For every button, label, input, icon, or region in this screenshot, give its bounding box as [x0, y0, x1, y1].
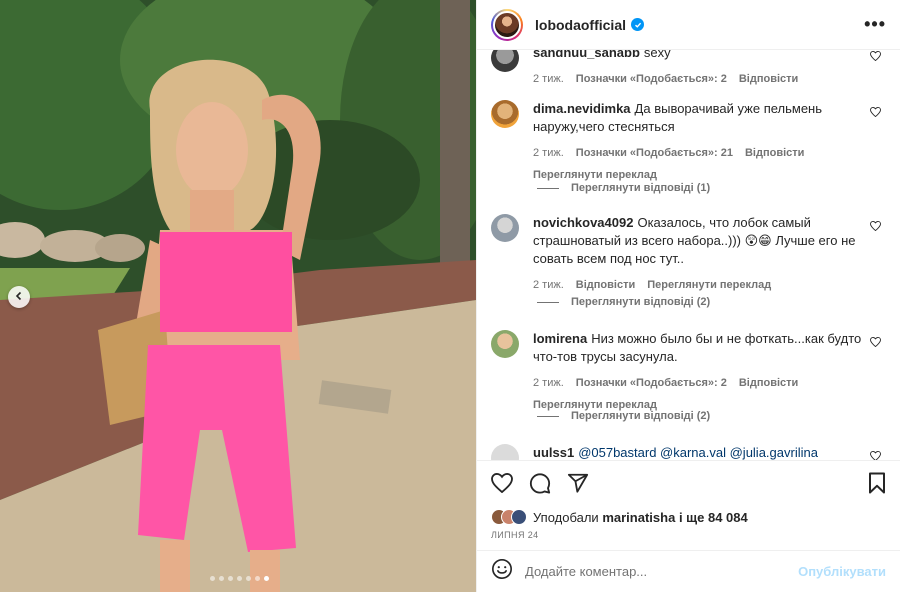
replies-divider	[537, 415, 559, 417]
likes-prefix: Уподобали	[533, 509, 599, 525]
carousel-dot	[228, 576, 233, 581]
share-send-icon[interactable]	[567, 472, 589, 494]
replies-divider	[537, 301, 559, 303]
view-replies-link[interactable]: Переглянути відповіді (1)	[537, 182, 710, 194]
like-heart-icon[interactable]	[491, 472, 513, 493]
comment-username[interactable]: novichkova4092	[533, 215, 633, 230]
comment-item: lomirena Низ можно было бы и не фоткать..…	[491, 330, 887, 414]
comment-reply-button[interactable]: Відповісти	[739, 374, 798, 392]
comment-likes[interactable]: Позначки «Подобається»: 2	[576, 70, 727, 88]
view-translation-link[interactable]: Переглянути переклад	[647, 276, 771, 294]
likes-summary: Уподобали marinatisha і ще 84 084	[477, 504, 900, 530]
post-photo[interactable]	[0, 0, 476, 592]
commenter-avatar[interactable]	[491, 50, 519, 72]
carousel-dot	[219, 576, 224, 581]
more-options-button[interactable]: •••	[864, 14, 886, 35]
comment-username[interactable]: lomirena	[533, 331, 587, 346]
comment-time[interactable]: 2 тиж.	[533, 374, 564, 392]
view-replies-label: Переглянути відповіді (2)	[571, 410, 711, 422]
publish-button[interactable]: Опублікувати	[798, 564, 886, 579]
commenter-avatar[interactable]	[491, 444, 519, 460]
view-replies-label: Переглянути відповіді (1)	[571, 182, 711, 194]
carousel-indicator	[210, 576, 269, 581]
verified-badge-icon	[631, 18, 644, 31]
previous-photo-button[interactable]	[8, 286, 30, 308]
comment-username[interactable]: sandhuu_sanabb	[533, 50, 640, 60]
author-username[interactable]: lobodaofficial	[535, 17, 626, 33]
comment-reply-button[interactable]: Відповісти	[576, 276, 635, 294]
author-avatar[interactable]	[491, 8, 523, 41]
view-replies-link[interactable]: Переглянути відповіді (2)	[537, 410, 710, 422]
likes-count[interactable]: і ще 84 084	[679, 510, 748, 525]
commenter-avatar[interactable]	[491, 214, 519, 242]
comment-reply-button[interactable]: Відповісти	[745, 144, 804, 162]
view-replies-label: Переглянути відповіді (2)	[571, 296, 711, 308]
post-side-panel: lobodaofficial ••• sandhuu_sanabb sexy 2 …	[476, 0, 900, 592]
like-comment-heart-icon[interactable]	[870, 50, 881, 66]
carousel-dot	[246, 576, 251, 581]
chevron-left-icon	[14, 288, 24, 306]
likes-user[interactable]: marinatisha	[602, 510, 675, 525]
comment-likes[interactable]: Позначки «Подобається»: 2	[576, 374, 727, 392]
like-comment-heart-icon[interactable]	[870, 334, 881, 352]
replies-divider	[537, 187, 559, 189]
like-comment-heart-icon[interactable]	[870, 448, 881, 460]
emoji-icon[interactable]	[491, 558, 513, 585]
comment-username[interactable]: uulss1	[533, 445, 574, 460]
bookmark-save-icon[interactable]	[868, 472, 886, 494]
post-date[interactable]: ЛИПНЯ 24	[477, 530, 900, 550]
post-actions-bar	[477, 460, 900, 504]
comment-likes[interactable]: Позначки «Подобається»: 21	[576, 144, 733, 162]
comment-time[interactable]: 2 тиж.	[533, 276, 564, 294]
commenter-avatar[interactable]	[491, 100, 519, 128]
comments-list[interactable]: sandhuu_sanabb sexy 2 тиж. Позначки «Подо…	[477, 50, 900, 460]
likes-text[interactable]: Уподобали marinatisha і ще 84 084	[533, 510, 748, 525]
carousel-dot	[255, 576, 260, 581]
comment-time[interactable]: 2 тиж.	[533, 70, 564, 88]
carousel-dot-active	[264, 576, 269, 581]
add-comment-input[interactable]	[525, 564, 799, 579]
post-header: lobodaofficial •••	[477, 0, 900, 50]
commenter-avatar[interactable]	[491, 330, 519, 358]
comment-item: uulss1 @057bastard @karna.val @julia.gavr…	[491, 444, 887, 460]
add-comment-bar: Опублікувати	[477, 550, 900, 592]
carousel-dot	[210, 576, 215, 581]
comment-icon[interactable]	[529, 472, 551, 494]
comment-username[interactable]: dima.nevidimka	[533, 101, 631, 116]
author-avatar-image	[493, 10, 521, 39]
comment-item: sandhuu_sanabb sexy 2 тиж. Позначки «Подо…	[491, 50, 887, 88]
comment-text: sexy	[643, 50, 671, 60]
photo-scene	[0, 0, 476, 592]
liker-avatar	[511, 509, 527, 525]
view-replies-link[interactable]: Переглянути відповіді (2)	[537, 296, 710, 308]
comment-item: dima.nevidimka Да выворачивай уже пельмен…	[491, 100, 887, 184]
post-dialog: lobodaofficial ••• sandhuu_sanabb sexy 2 …	[0, 0, 900, 592]
carousel-dot	[237, 576, 242, 581]
like-comment-heart-icon[interactable]	[870, 218, 881, 236]
comment-reply-button[interactable]: Відповісти	[739, 70, 798, 88]
comment-time[interactable]: 2 тиж.	[533, 144, 564, 162]
comment-item: novichkova4092 Оказалось, что лобок самый…	[491, 214, 887, 294]
comment-mentions[interactable]: @057bastard @karna.val @julia.gavrilina …	[533, 445, 818, 460]
like-comment-heart-icon[interactable]	[870, 104, 881, 122]
